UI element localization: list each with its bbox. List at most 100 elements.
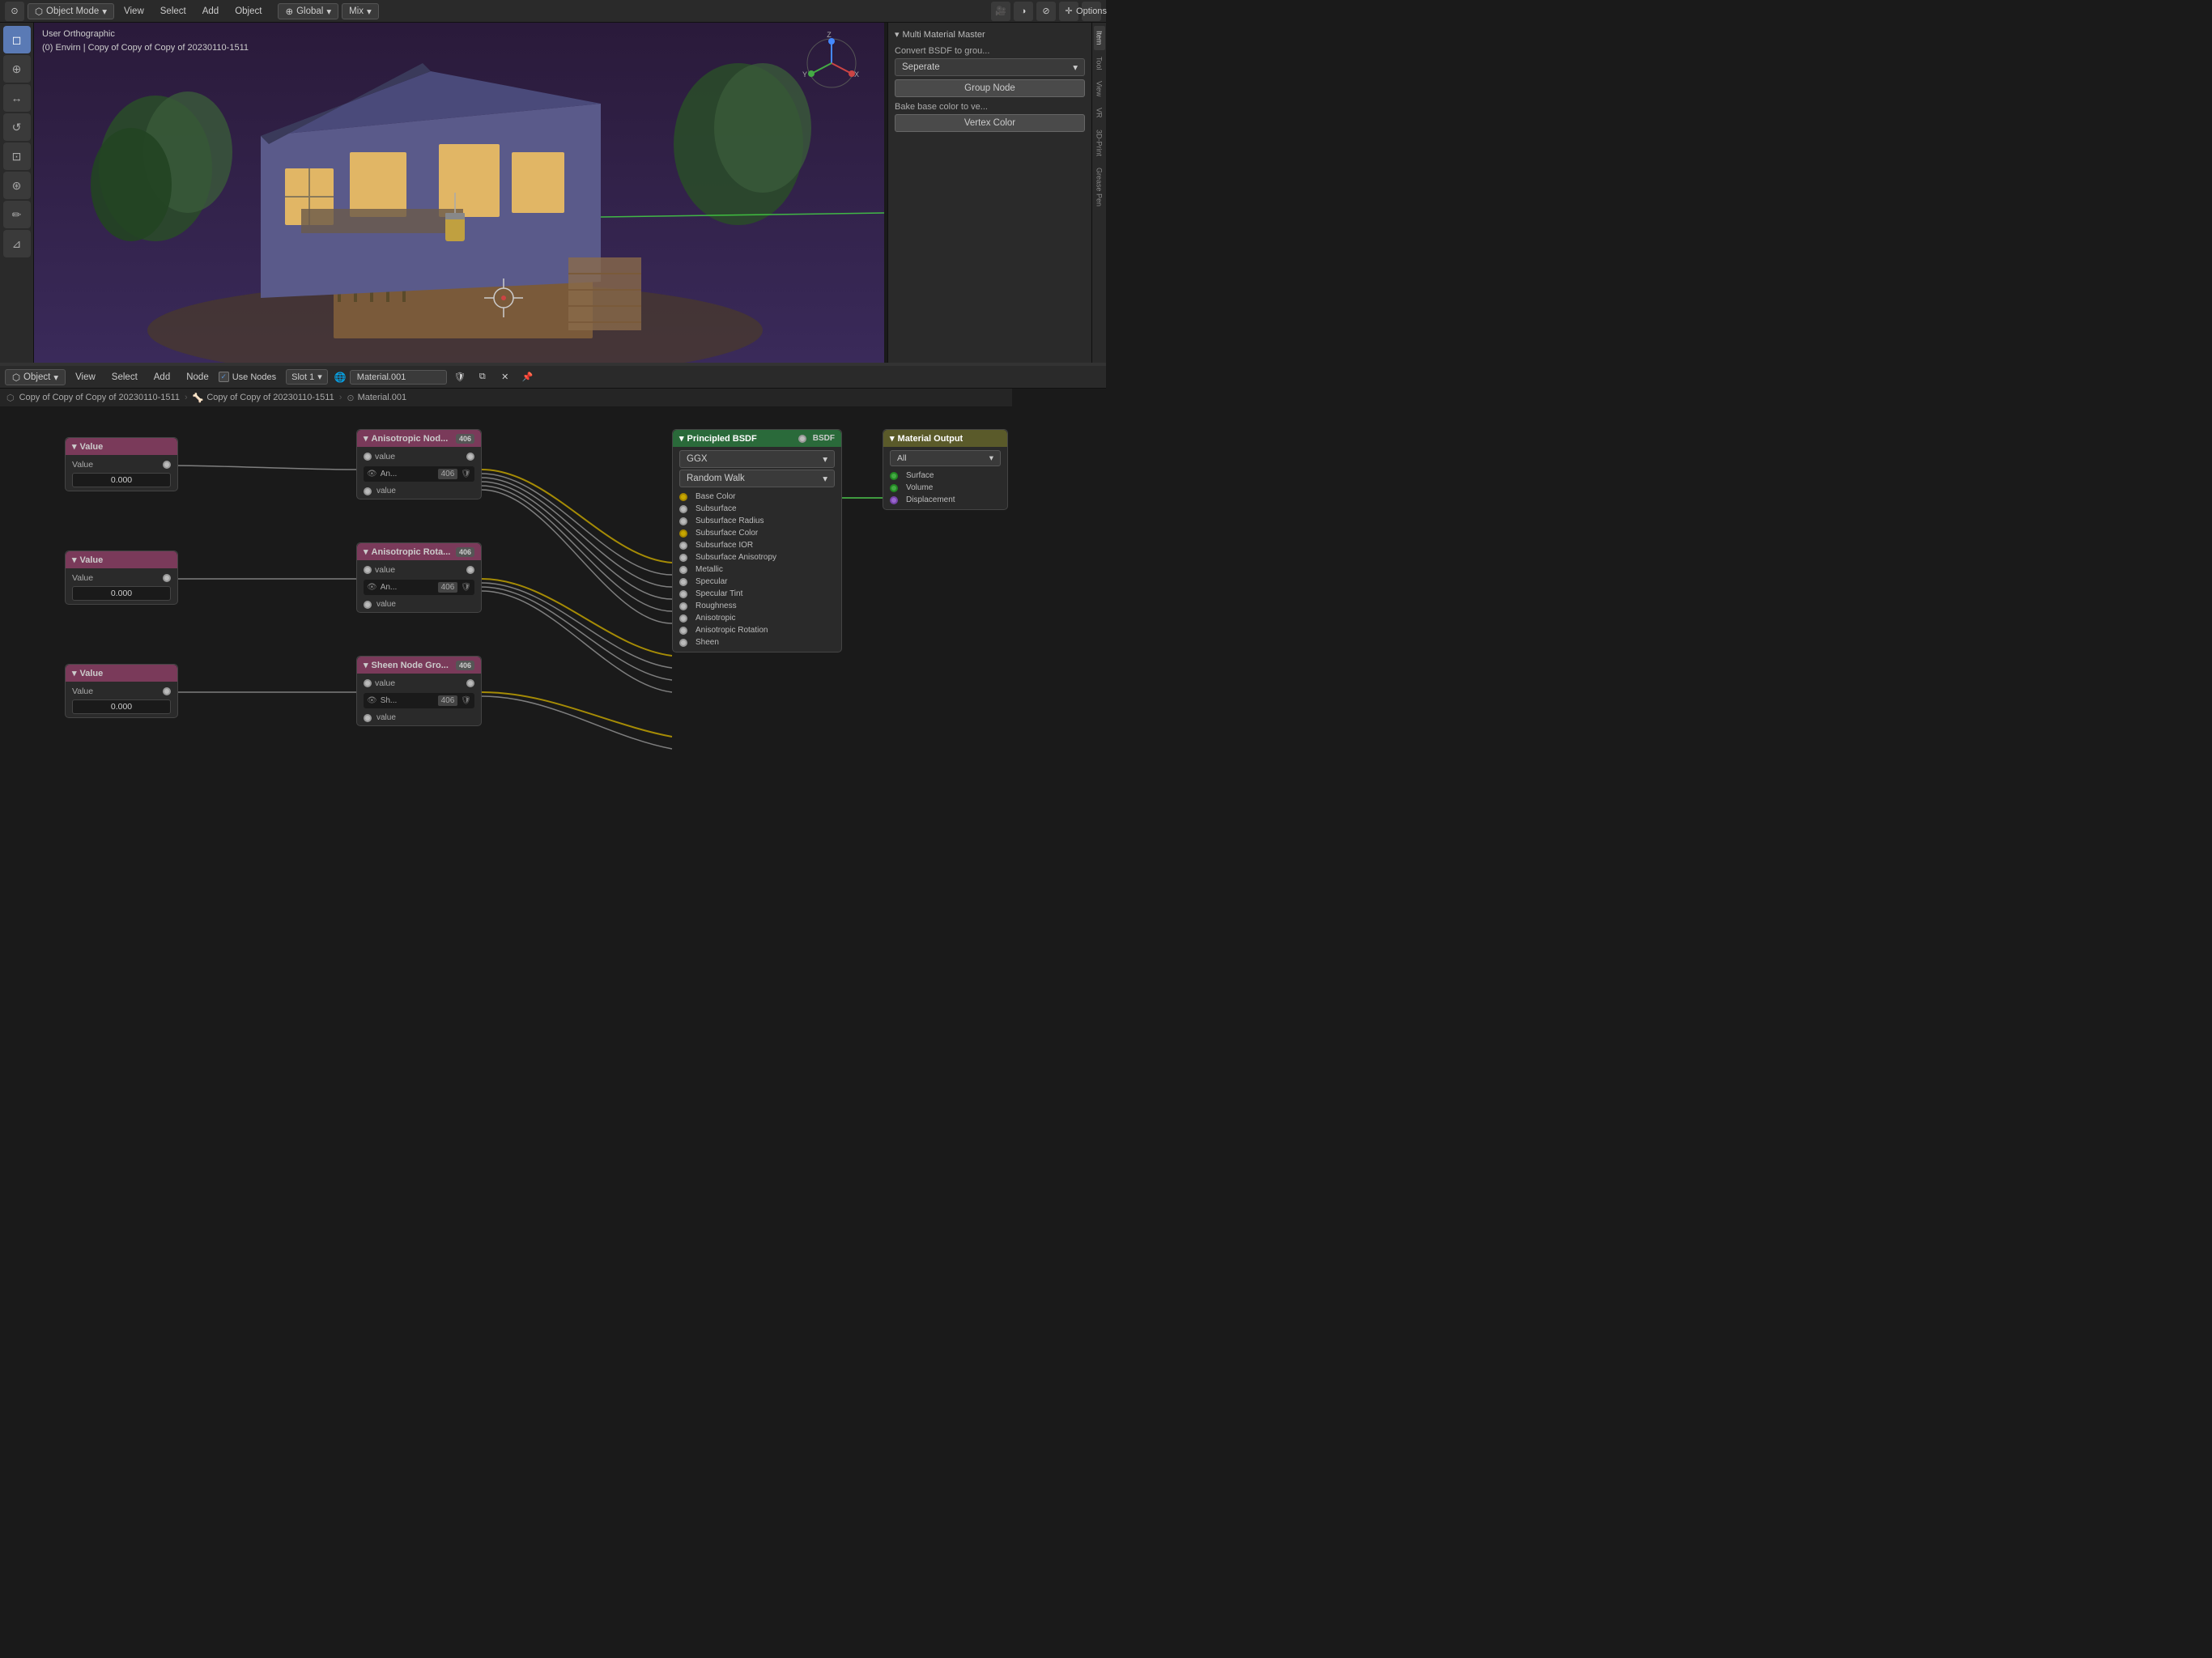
sheen-value-bottom: value	[357, 712, 481, 725]
view-menu[interactable]: View	[117, 5, 151, 18]
material-dropdown[interactable]: Material.001	[350, 370, 447, 385]
object-menu[interactable]: Object	[228, 5, 268, 18]
aniso-bottom-socket-2[interactable]	[364, 601, 372, 609]
subsurface-aniso-socket[interactable]	[679, 554, 687, 562]
aniso-output-socket-1[interactable]	[466, 453, 474, 461]
rotate-button[interactable]: ↺	[3, 113, 31, 141]
anisotropic-rotation-socket[interactable]	[679, 627, 687, 635]
vr-tab[interactable]: VR	[1094, 103, 1105, 123]
material-close-icon[interactable]: ✕	[496, 368, 515, 387]
sheen-badge: 406	[456, 661, 474, 670]
subsurface-color-socket[interactable]	[679, 529, 687, 538]
bsdf-output-socket[interactable]	[798, 435, 806, 443]
all-dropdown[interactable]: All ▾	[890, 450, 1001, 466]
value-node-3-body: Value 0.000	[66, 682, 177, 717]
scale-button[interactable]: ⊡	[3, 142, 31, 170]
chevron-icon: ▾	[989, 453, 993, 463]
object-mode-dropdown[interactable]: ⬡ Object Mode ▾	[28, 3, 114, 19]
volume-socket[interactable]	[890, 484, 898, 492]
subsurface-ior-socket[interactable]	[679, 542, 687, 550]
select-menu[interactable]: Select	[154, 5, 193, 18]
separate-dropdown[interactable]: Seperate ▾	[895, 58, 1085, 76]
anisotropic-socket[interactable]	[679, 614, 687, 623]
annotate-button[interactable]: ✏	[3, 201, 31, 228]
node-view-menu[interactable]: View	[69, 371, 102, 384]
slot-dropdown[interactable]: Slot 1 ▾	[286, 369, 328, 385]
sheen-socket[interactable]	[679, 639, 687, 647]
mix-dropdown[interactable]: Mix ▾	[342, 3, 379, 19]
node-select-menu[interactable]: Select	[105, 371, 144, 384]
value-output-socket-3[interactable]	[163, 687, 171, 695]
viewport-shading-icon[interactable]: ◑	[1014, 2, 1033, 21]
specular-socket[interactable]	[679, 578, 687, 586]
value-output-socket-1[interactable]	[163, 461, 171, 469]
sheen-output-socket[interactable]	[466, 679, 474, 687]
aniso-input-socket-2[interactable]	[364, 566, 372, 574]
select-tool-button[interactable]: ◻	[3, 26, 31, 53]
transform-icon: ⊙	[5, 2, 24, 21]
value-node-3[interactable]: ▾ Value Value 0.000	[65, 664, 178, 718]
subsurface-radius-socket[interactable]	[679, 517, 687, 525]
subsurface-aniso-label: Subsurface Anisotropy	[696, 553, 776, 562]
vertex-color-button[interactable]: Vertex Color	[895, 114, 1085, 132]
specular-label: Specular	[696, 577, 727, 586]
socket-row-sheen: Sheen	[679, 636, 835, 648]
overlay-icon[interactable]: ⊘	[1036, 2, 1056, 21]
render-icon[interactable]: 🎥	[991, 2, 1010, 21]
add-menu[interactable]: Add	[196, 5, 225, 18]
specular-tint-socket[interactable]	[679, 590, 687, 598]
principled-bsdf-node[interactable]: ▾ Principled BSDF BSDF GGX ▾ Random Walk…	[672, 429, 842, 653]
sheen-input-socket[interactable]	[364, 679, 372, 687]
tool-tab[interactable]: Tool	[1094, 52, 1105, 75]
subsurface-socket[interactable]	[679, 505, 687, 513]
measure-button[interactable]: ⊿	[3, 230, 31, 257]
value-node-1[interactable]: ▾ Value Value 0.000	[65, 437, 178, 491]
metallic-socket[interactable]	[679, 566, 687, 574]
node-add-menu[interactable]: Add	[147, 371, 177, 384]
anisotropic-node-2[interactable]: ▾ Anisotropic Rota... 406 value 👁 An... …	[356, 542, 482, 613]
sheen-node-group[interactable]: ▾ Sheen Node Gro... 406 value 👁 Sh... 40…	[356, 656, 482, 726]
grease-pen-tab[interactable]: Grease Pen	[1094, 163, 1105, 211]
view-tab[interactable]: View	[1094, 76, 1105, 101]
svg-text:Y: Y	[802, 70, 807, 79]
item-tab[interactable]: Item	[1094, 26, 1105, 50]
use-nodes-checkbox[interactable]	[219, 372, 229, 382]
aniso-bottom-socket-1[interactable]	[364, 487, 372, 495]
cursor-button[interactable]: ⊕	[3, 55, 31, 83]
material-output-node[interactable]: ▾ Material Output All ▾ Surface Volume D	[883, 429, 1008, 510]
transform-button[interactable]: ⊛	[3, 172, 31, 199]
transform-global-dropdown[interactable]: ⊕ Global ▾	[278, 3, 338, 19]
viewport-3d[interactable]: Z X Y User Orthographic (0) Envirn | Cop…	[34, 23, 884, 363]
socket-row-metallic: Metallic	[679, 563, 835, 576]
value-field-3[interactable]: 0.000	[72, 699, 171, 714]
value-output-socket-2[interactable]	[163, 574, 171, 582]
group-node-button[interactable]: Group Node	[895, 79, 1085, 97]
breadcrumb-item-2[interactable]: 🦴 Copy of Copy of 20230110-1511	[193, 393, 334, 403]
roughness-socket[interactable]	[679, 602, 687, 610]
breadcrumb-item-3[interactable]: ⊙ Material.001	[347, 393, 406, 403]
ggx-dropdown[interactable]: GGX ▾	[679, 450, 835, 468]
node-mode-dropdown[interactable]: ⬡ Object ▾	[5, 369, 66, 385]
sheen-bottom-socket[interactable]	[364, 714, 372, 722]
aniso-output-socket-2[interactable]	[466, 566, 474, 574]
3d-print-tab[interactable]: 3D-Print	[1094, 125, 1105, 161]
aniso-input-socket-1[interactable]	[364, 453, 372, 461]
value-node-2[interactable]: ▾ Value Value 0.000	[65, 551, 178, 605]
surface-socket[interactable]	[890, 472, 898, 480]
value-field-1[interactable]: 0.000	[72, 473, 171, 487]
node-node-menu[interactable]: Node	[180, 371, 215, 384]
node-canvas[interactable]: ▾ Value Value 0.000 ▾ Value Value 0.000 …	[0, 405, 1106, 829]
material-copy-icon[interactable]: ⧉	[473, 368, 492, 387]
base-color-label: Base Color	[696, 492, 735, 501]
value-field-2[interactable]: 0.000	[72, 586, 171, 601]
anisotropic-node-1[interactable]: ▾ Anisotropic Nod... 406 value 👁 An... 4…	[356, 429, 482, 500]
material-pin-icon[interactable]: 📌	[518, 368, 538, 387]
random-walk-dropdown[interactable]: Random Walk ▾	[679, 470, 835, 487]
base-color-socket[interactable]	[679, 493, 687, 501]
breadcrumb-item-1[interactable]: Copy of Copy of Copy of 20230110-1511	[19, 393, 180, 402]
value-node-1-label: Value	[80, 442, 104, 452]
options-button[interactable]: Options	[1082, 2, 1101, 21]
viewport-node-divider[interactable]	[0, 363, 1106, 366]
move-button[interactable]: ↔	[3, 84, 31, 112]
displacement-socket[interactable]	[890, 496, 898, 504]
